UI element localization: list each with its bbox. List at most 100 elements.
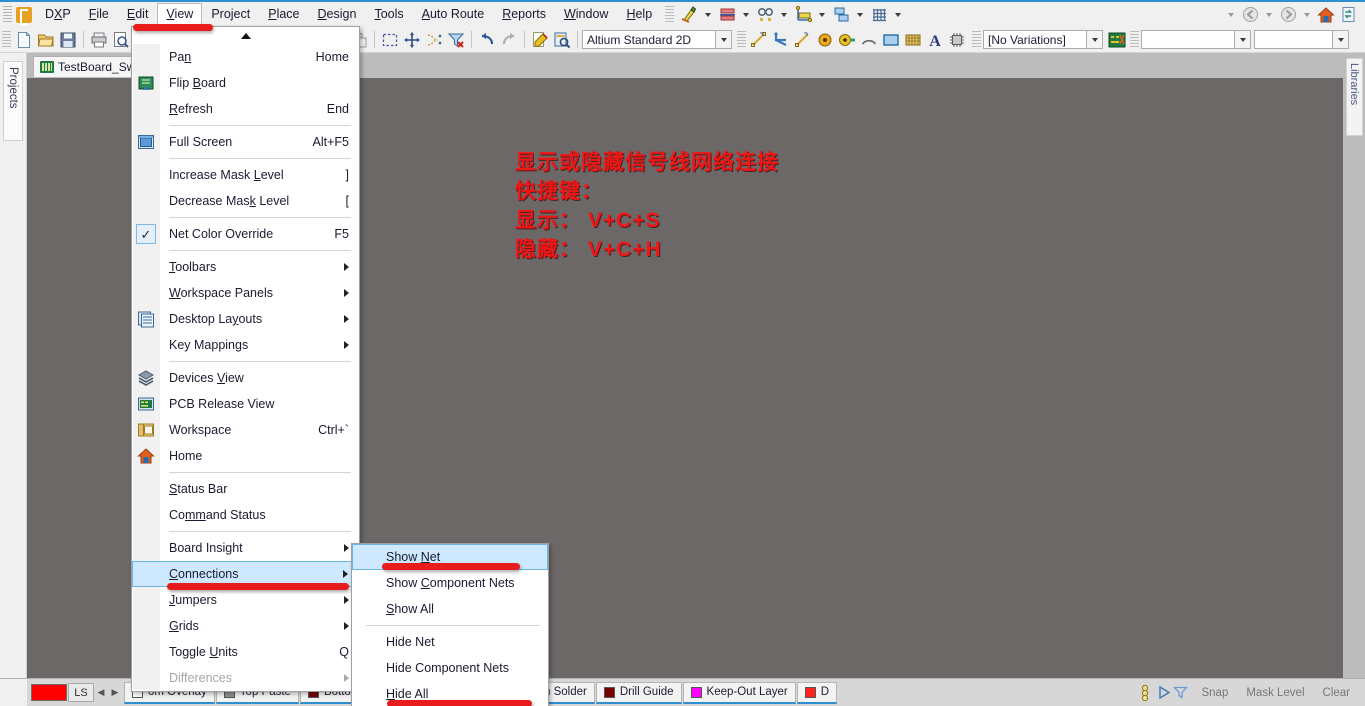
place-arc-icon[interactable] [792,30,814,50]
layer-prev-arrow-icon[interactable]: ◀ [94,683,108,703]
panel-tab-libraries[interactable]: Libraries [1346,58,1363,136]
view-command-status[interactable]: Command Status [132,502,359,528]
clear-filter-icon[interactable] [445,30,467,50]
view-home[interactable]: Home [132,443,359,469]
menu-help[interactable]: Help [617,3,661,26]
view-full-screen[interactable]: Full ScreenAlt+F5 [132,129,359,155]
view-net-color-override[interactable]: ✓Net Color OverrideF5 [132,221,359,247]
grid-icon[interactable] [868,5,890,25]
redo-icon[interactable] [498,30,520,50]
print-preview-icon[interactable] [110,30,132,50]
submenu-hide-component-nets[interactable]: Hide Component Nets [352,655,548,681]
place-component-icon[interactable] [946,30,968,50]
forward-arrow-icon[interactable] [1277,5,1299,25]
grid-dropdown-caret-icon[interactable] [895,13,901,17]
align-objects-icon[interactable] [716,5,738,25]
menubar-grip[interactable] [3,6,12,24]
layer-stack-icon[interactable] [830,5,852,25]
ruler-dropdown-caret-icon[interactable] [705,13,711,17]
view-workspace[interactable]: WorkspaceCtrl+` [132,417,359,443]
back-history-caret-icon[interactable] [1266,13,1272,17]
save-icon[interactable] [57,30,79,50]
dimension-dropdown-caret-icon[interactable] [819,13,825,17]
view-decrease-mask-level[interactable]: Decrease Mask Level[ [132,188,359,214]
toolbar-overflow-caret-icon[interactable] [1228,13,1234,17]
view-configuration-caret-icon[interactable] [715,31,731,48]
toolbar-grip[interactable] [2,31,11,49]
view-increase-mask-level[interactable]: Increase Mask Level] [132,162,359,188]
align-icon[interactable] [423,30,445,50]
view-configuration-select[interactable]: Altium Standard 2D [582,30,732,49]
layer-drill-drawing[interactable]: D [797,682,837,704]
place-via-icon[interactable] [836,30,858,50]
panel-tab-projects[interactable]: Projects [3,61,23,141]
toolbar-select-2-caret-icon[interactable] [1332,31,1348,48]
interactive-routing-icon[interactable] [770,30,792,50]
menu-view[interactable]: View [157,3,202,27]
cross-probe-icon[interactable] [529,30,551,50]
view-pan[interactable]: PanHome [132,44,359,70]
select-area-icon[interactable] [379,30,401,50]
mask-level-button[interactable]: Mask Level [1237,687,1313,699]
view-toolbars[interactable]: Toolbars [132,254,359,280]
layerstack-dropdown-caret-icon[interactable] [857,13,863,17]
place-fill-icon[interactable] [880,30,902,50]
browse-icon[interactable] [551,30,573,50]
align-dropdown-caret-icon[interactable] [743,13,749,17]
view-devices-view[interactable]: Devices View [132,365,359,391]
variations-select[interactable]: [No Variations] [983,30,1103,49]
view-desktop-layouts[interactable]: Desktop Layouts [132,306,359,332]
menu-file[interactable]: File [80,3,118,26]
pcb-board-icon[interactable] [1106,30,1128,50]
submenu-show-all[interactable]: Show All [352,596,548,622]
place-line-icon[interactable] [748,30,770,50]
toolbar-select-1[interactable] [1141,30,1251,49]
view-board-insight[interactable]: Board Insight [132,535,359,561]
submenu-hide-net[interactable]: Hide Net [352,629,548,655]
refresh-doc-icon[interactable] [1337,5,1359,25]
toolbar-select-1-caret-icon[interactable] [1234,31,1250,48]
menu-dxp[interactable]: DXP [36,3,80,26]
back-arrow-icon[interactable] [1239,5,1261,25]
find-similar-icon[interactable] [754,5,776,25]
view-refresh[interactable]: RefreshEnd [132,96,359,122]
view-status-bar[interactable]: Status Bar [132,476,359,502]
move-icon[interactable] [401,30,423,50]
place-string-icon[interactable]: A [924,30,946,50]
ruler-pencil-icon[interactable] [678,5,700,25]
menu-design[interactable]: Design [309,3,366,26]
home-icon[interactable] [1315,5,1337,25]
active-layer-control[interactable]: LS ◀ ▶ [29,682,124,704]
active-layer-color-swatch[interactable] [31,684,67,701]
submenu-show-component-nets[interactable]: Show Component Nets [352,570,548,596]
view-jumpers[interactable]: Jumpers [132,587,359,613]
snap-button[interactable]: Snap [1192,687,1237,699]
toolbar-grip-2[interactable] [737,31,746,49]
forward-history-caret-icon[interactable] [1304,13,1310,17]
menu-reports[interactable]: Reports [493,3,555,26]
view-flip-board[interactable]: Flip Board [132,70,359,96]
menu-auto-route[interactable]: Auto Route [413,3,494,26]
menu-edit[interactable]: Edit [118,3,158,26]
toolbar-grip-4[interactable] [1130,31,1139,49]
layer-keep-out[interactable]: Keep-Out Layer [683,682,796,704]
menu-tools[interactable]: Tools [365,3,412,26]
toolbar-grip-3[interactable] [972,31,981,49]
view-grids[interactable]: Grids [132,613,359,639]
menu-place[interactable]: Place [259,3,308,26]
view-toggle-units[interactable]: Toggle UnitsQ [132,639,359,665]
dimension-icon[interactable] [792,5,814,25]
print-icon[interactable] [88,30,110,50]
menu-window[interactable]: Window [555,3,617,26]
toolbar-select-2[interactable] [1254,30,1349,49]
view-key-mappings[interactable]: Key Mappings [132,332,359,358]
place-arc-center-icon[interactable] [858,30,880,50]
new-document-icon[interactable] [13,30,35,50]
variations-caret-icon[interactable] [1086,31,1102,48]
view-pcb-release-view[interactable]: PCB Release View [132,391,359,417]
layer-drill-guide[interactable]: Drill Guide [596,682,682,704]
active-layer-name[interactable]: LS [68,683,94,702]
open-folder-icon[interactable] [35,30,57,50]
place-polygon-icon[interactable] [902,30,924,50]
view-workspace-panels[interactable]: Workspace Panels [132,280,359,306]
